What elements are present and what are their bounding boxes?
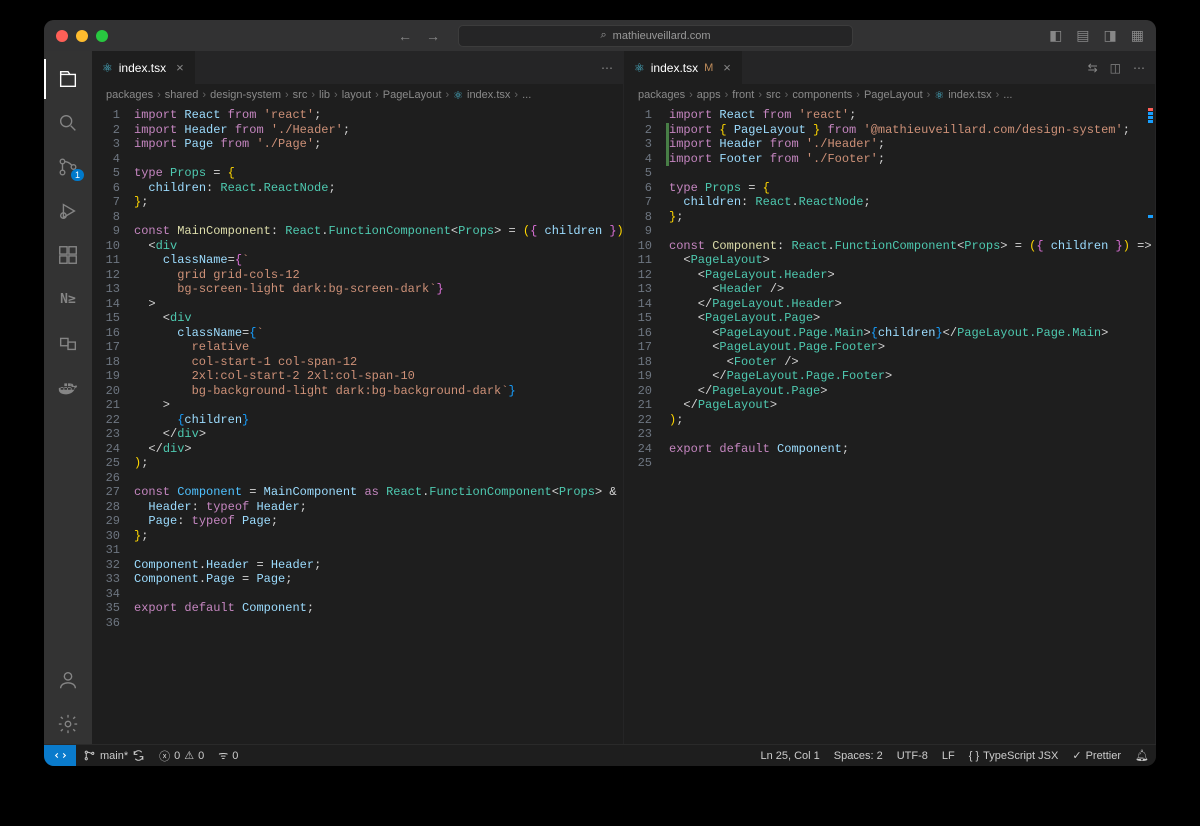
statusbar: main* ⓧ0 ⚠0 ᯤ0 Ln 25, Col 1 Spaces: 2 UT…: [44, 744, 1156, 766]
remote-indicator[interactable]: [44, 745, 76, 766]
close-window-button[interactable]: [56, 30, 68, 42]
close-icon[interactable]: ×: [723, 60, 731, 75]
status-ports[interactable]: ᯤ0: [211, 748, 245, 763]
compare-icon[interactable]: ⇆: [1088, 61, 1098, 75]
command-center-text: mathieuveillard.com: [613, 30, 711, 42]
check-icon: ✓: [1072, 749, 1081, 762]
code-area-right[interactable]: 1234567891011121314151617181920212223242…: [624, 106, 1155, 744]
layout-panel-bottom-icon[interactable]: ▤: [1076, 27, 1089, 44]
breadcrumb-segment[interactable]: lib: [319, 89, 330, 101]
code-left[interactable]: import React from 'react';import Header …: [134, 106, 623, 744]
split-editor-icon[interactable]: ◫: [1110, 61, 1121, 75]
sync-icon: [132, 749, 145, 762]
titlebar-layout-controls: ◧ ▤ ◨ ▦: [1049, 27, 1144, 44]
nav-forward-button[interactable]: →: [426, 28, 440, 44]
status-encoding[interactable]: UTF-8: [890, 750, 935, 762]
activity-explorer[interactable]: [44, 59, 92, 99]
breadcrumb-segment[interactable]: index.tsx: [467, 89, 510, 101]
activity-nx[interactable]: N≥: [44, 279, 92, 319]
status-problems[interactable]: ⓧ0 ⚠0: [152, 748, 211, 764]
tab-overflow-icon[interactable]: ⋯: [1133, 61, 1145, 75]
activity-scm[interactable]: 1: [44, 147, 92, 187]
status-notifications[interactable]: 🔔︎: [1128, 749, 1156, 762]
tabs-right: ⚛ index.tsx M × ⇆ ◫ ⋯: [624, 51, 1155, 84]
layout-sidebar-left-icon[interactable]: ◧: [1049, 27, 1062, 44]
breadcrumb-segment[interactable]: packages: [638, 89, 685, 101]
tabs-left: ⚛ index.tsx × ⋯: [92, 51, 623, 84]
react-icon: ⚛: [634, 61, 645, 75]
scm-badge: 1: [71, 169, 84, 181]
status-indent[interactable]: Spaces: 2: [827, 750, 890, 762]
status-lang[interactable]: { }TypeScript JSX: [962, 750, 1066, 762]
command-center[interactable]: ⌕ mathieuveillard.com: [458, 25, 853, 47]
breadcrumbs-right[interactable]: packages›apps›front›src›components›PageL…: [624, 84, 1155, 106]
breadcrumb-segment[interactable]: PageLayout: [383, 89, 442, 101]
code-area-left[interactable]: 1234567891011121314151617181920212223242…: [92, 106, 623, 744]
nav-arrows: ← →: [398, 28, 440, 44]
status-cursor[interactable]: Ln 25, Col 1: [753, 750, 826, 762]
traffic-lights: [56, 30, 108, 42]
tab-index-tsx-right[interactable]: ⚛ index.tsx M ×: [624, 51, 742, 84]
activity-settings[interactable]: [44, 704, 92, 744]
tab-index-tsx-left[interactable]: ⚛ index.tsx ×: [92, 51, 195, 84]
editor-window: ← → ⌕ mathieuveillard.com ◧ ▤ ◨ ▦ 1: [44, 20, 1156, 766]
status-eol[interactable]: LF: [935, 750, 962, 762]
breadcrumb-segment[interactable]: front: [732, 89, 754, 101]
close-icon[interactable]: ×: [176, 60, 184, 75]
activity-debug[interactable]: [44, 191, 92, 231]
breadcrumb-segment[interactable]: packages: [106, 89, 153, 101]
maximize-window-button[interactable]: [96, 30, 108, 42]
activity-references[interactable]: [44, 323, 92, 363]
breadcrumb-segment[interactable]: shared: [165, 89, 199, 101]
error-icon: ⓧ: [159, 748, 170, 764]
search-icon: ⌕: [601, 29, 607, 42]
breadcrumb-segment[interactable]: PageLayout: [864, 89, 923, 101]
react-icon: ⚛: [453, 89, 463, 102]
breadcrumb-segment[interactable]: design-system: [210, 89, 281, 101]
tab-label: index.tsx: [651, 61, 698, 75]
breadcrumb-segment[interactable]: layout: [342, 89, 371, 101]
activity-extensions[interactable]: [44, 235, 92, 275]
breadcrumb-segment[interactable]: components: [792, 89, 852, 101]
breadcrumbs-left[interactable]: packages›shared›design-system›src›lib›la…: [92, 84, 623, 106]
editor-right: ⚛ index.tsx M × ⇆ ◫ ⋯ packages›apps›fron…: [624, 51, 1156, 744]
main-body: 1 N≥: [44, 51, 1156, 744]
layout-customize-icon[interactable]: ▦: [1131, 27, 1144, 44]
activity-bar: 1 N≥: [44, 51, 92, 744]
status-branch[interactable]: main*: [76, 749, 152, 762]
code-right[interactable]: import React from 'react';import { PageL…: [669, 106, 1155, 744]
titlebar: ← → ⌕ mathieuveillard.com ◧ ▤ ◨ ▦: [44, 20, 1156, 51]
editor-group: ⚛ index.tsx × ⋯ packages›shared›design-s…: [92, 51, 1156, 744]
tab-label: index.tsx: [119, 61, 166, 75]
layout-sidebar-right-icon[interactable]: ◨: [1104, 27, 1117, 44]
activity-docker[interactable]: [44, 367, 92, 407]
tab-overflow-icon[interactable]: ⋯: [601, 61, 613, 75]
breadcrumb-segment[interactable]: index.tsx: [948, 89, 991, 101]
editor-left: ⚛ index.tsx × ⋯ packages›shared›design-s…: [92, 51, 624, 744]
warning-icon: ⚠: [184, 749, 194, 762]
breadcrumb-segment[interactable]: src: [293, 89, 308, 101]
antenna-icon: ᯤ: [218, 748, 228, 763]
gutter-left: 1234567891011121314151617181920212223242…: [92, 106, 134, 744]
activity-account[interactable]: [44, 660, 92, 700]
braces-icon: { }: [969, 750, 979, 762]
gutter-right: 1234567891011121314151617181920212223242…: [624, 106, 666, 744]
modified-indicator: M: [704, 62, 713, 74]
activity-search[interactable]: [44, 103, 92, 143]
status-prettier[interactable]: ✓Prettier: [1065, 749, 1128, 762]
minimize-window-button[interactable]: [76, 30, 88, 42]
react-icon: ⚛: [934, 89, 944, 102]
react-icon: ⚛: [102, 61, 113, 75]
breadcrumb-segment[interactable]: ...: [522, 89, 531, 101]
breadcrumb-segment[interactable]: ...: [1003, 89, 1012, 101]
bell-icon: 🔔︎: [1135, 749, 1149, 762]
breadcrumb-segment[interactable]: src: [766, 89, 781, 101]
minimap-right[interactable]: [1148, 108, 1153, 218]
breadcrumb-segment[interactable]: apps: [697, 89, 721, 101]
nav-back-button[interactable]: ←: [398, 28, 412, 44]
